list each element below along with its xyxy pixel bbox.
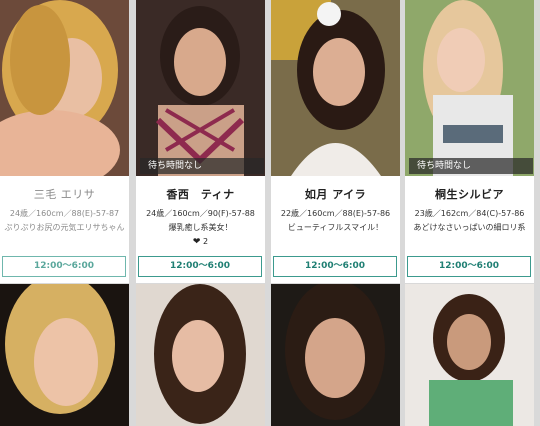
cast-description: ビューティフルスマイル！ xyxy=(287,223,384,232)
like-count[interactable]: ❤ 2 xyxy=(136,237,265,247)
heart-icon: ❤ xyxy=(192,237,201,247)
cast-photo[interactable] xyxy=(0,0,129,176)
cast-card[interactable] xyxy=(271,284,400,426)
cast-photo[interactable] xyxy=(0,284,129,426)
photo-placeholder xyxy=(271,284,400,426)
cast-card[interactable]: 三毛 エリサ 24歳／160cm／88(E)-57-87 ぷりぷりお尻の元気エリ… xyxy=(0,0,129,283)
cast-description: あどけなさいっぱいの細ロリ系 xyxy=(413,223,526,232)
schedule-button[interactable]: 12:00〜6:00 xyxy=(138,256,262,277)
cast-name[interactable]: 三毛 エリサ xyxy=(0,186,129,202)
photo-placeholder xyxy=(136,0,265,176)
cast-stats: 24歳／160cm／88(E)-57-87 xyxy=(9,209,120,218)
cast-card[interactable] xyxy=(405,284,534,426)
cast-description: 爆乳癒し系美女！ xyxy=(168,223,233,232)
photo-placeholder xyxy=(136,284,265,426)
status-badge: 待ち時間なし xyxy=(140,158,264,174)
cast-card[interactable] xyxy=(136,284,265,426)
status-badge: 待ち時間なし xyxy=(409,158,533,174)
cast-photo[interactable] xyxy=(271,0,400,176)
like-count-value: 2 xyxy=(203,237,209,246)
cast-photo[interactable]: 待ち時間なし xyxy=(136,0,265,176)
photo-placeholder xyxy=(271,0,400,176)
cast-card[interactable]: 待ち時間なし 香西 ティナ 24歳／160cm／90(F)-57-88 爆乳癒し… xyxy=(136,0,265,283)
cast-photo[interactable] xyxy=(271,284,400,426)
photo-placeholder xyxy=(0,0,129,176)
cast-name[interactable]: 香西 ティナ xyxy=(136,186,265,202)
photo-placeholder xyxy=(405,0,534,176)
photo-placeholder xyxy=(0,284,129,426)
cast-name[interactable]: 桐生シルビア xyxy=(405,186,534,202)
cast-stats: 24歳／160cm／90(F)-57-88 xyxy=(146,209,255,218)
cast-card[interactable]: 待ち時間なし 桐生シルビア 23歳／162cm／84(C)-57-86 あどけな… xyxy=(405,0,534,283)
cast-stats: 23歳／162cm／84(C)-57-86 xyxy=(414,209,525,218)
schedule-button[interactable]: 12:00〜6:00 xyxy=(407,256,531,277)
cast-grid: 三毛 エリサ 24歳／160cm／88(E)-57-87 ぷりぷりお尻の元気エリ… xyxy=(0,0,540,426)
cast-photo[interactable] xyxy=(136,284,265,426)
schedule-button[interactable]: 12:00〜6:00 xyxy=(273,256,397,277)
cast-description: ぷりぷりお尻の元気エリサちゃん xyxy=(4,223,125,232)
cast-stats: 22歳／160cm／88(E)-57-86 xyxy=(280,209,391,218)
cast-card[interactable] xyxy=(0,284,129,426)
cast-card[interactable]: 如月 アイラ 22歳／160cm／88(E)-57-86 ビューティフルスマイル… xyxy=(271,0,400,283)
photo-placeholder xyxy=(405,284,534,426)
cast-name[interactable]: 如月 アイラ xyxy=(271,186,400,202)
cast-photo[interactable]: 待ち時間なし xyxy=(405,0,534,176)
cast-photo[interactable] xyxy=(405,284,534,426)
schedule-button[interactable]: 12:00〜6:00 xyxy=(2,256,126,277)
